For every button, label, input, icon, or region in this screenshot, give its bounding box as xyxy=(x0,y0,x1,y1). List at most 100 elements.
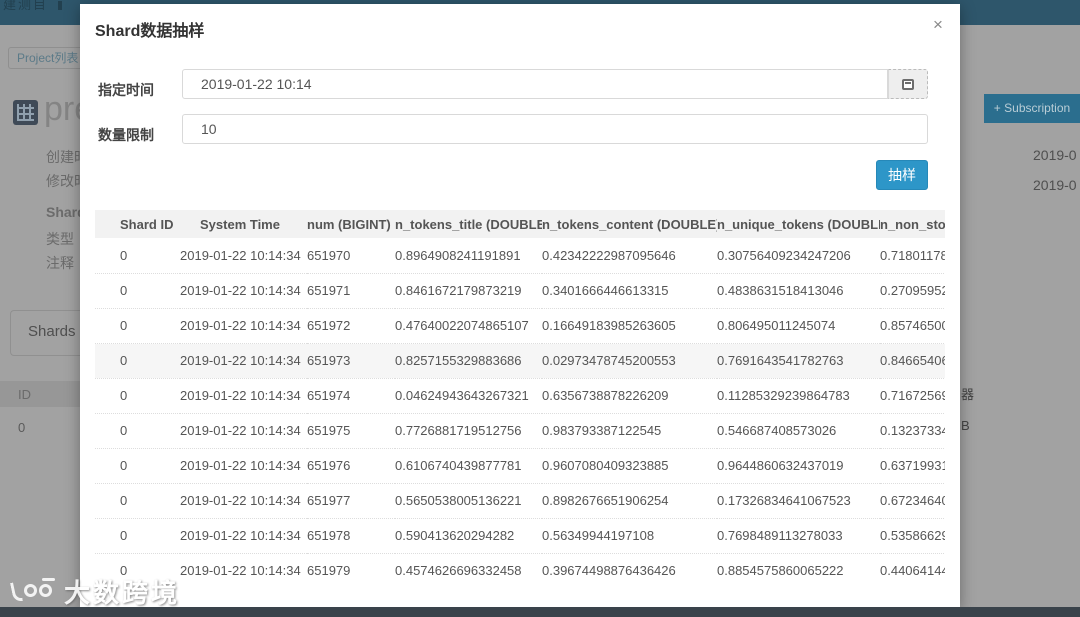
shard-sampling-modal: Shard数据抽样 × 指定时间 数量限制 抽样 Shard IDSystem … xyxy=(80,4,960,608)
grid-icon xyxy=(13,100,38,125)
watermark-text: 大数跨境 xyxy=(64,573,180,610)
table-cell: 0 xyxy=(95,378,180,413)
bg-fragment-1: 器 xyxy=(961,384,974,403)
table-cell: 2019-01-22 10:14:34 xyxy=(180,553,307,588)
table-cell: 0.4406414412 xyxy=(880,553,945,588)
table-cell: 0.1323733463 xyxy=(880,413,945,448)
table-cell: 651976 xyxy=(307,448,395,483)
calendar-button[interactable] xyxy=(888,69,928,99)
table-cell: 2019-01-22 10:14:34 xyxy=(180,518,307,553)
table-cell: 0.7698489113278033 xyxy=(717,518,880,553)
bg-date-2: 2019-0 xyxy=(1033,177,1077,193)
table-cell: 0.39674498876436426 xyxy=(542,553,717,588)
table-cell: 0.8574650017 xyxy=(880,308,945,343)
top-bar-text: 建测目 xyxy=(3,0,48,13)
shards-id-header: ID xyxy=(18,387,31,402)
table-cell: 2019-01-22 10:14:34 xyxy=(180,378,307,413)
table-cell: 0.4574626696332458 xyxy=(395,553,542,588)
table-cell: 651975 xyxy=(307,413,395,448)
table-row: 02019-01-22 10:14:346519780.590413620294… xyxy=(95,518,945,553)
sample-table-header-row: Shard IDSystem Timenum (BIGINT)n_tokens_… xyxy=(95,210,945,238)
watermark: 大数跨境 xyxy=(6,573,180,610)
table-cell: 0.8964908241191891 xyxy=(395,238,542,273)
subscription-button[interactable]: + Subscription xyxy=(984,94,1080,123)
table-cell: 651973 xyxy=(307,343,395,378)
limit-input[interactable] xyxy=(182,114,928,144)
table-row: 02019-01-22 10:14:346519720.476400220748… xyxy=(95,308,945,343)
table-cell: 0.983793387122545 xyxy=(542,413,717,448)
table-cell: 0.8461672179873219 xyxy=(395,273,542,308)
table-row: 02019-01-22 10:14:346519710.846167217987… xyxy=(95,273,945,308)
table-row: 02019-01-22 10:14:346519790.457462669633… xyxy=(95,553,945,588)
column-header: n_tokens_content (DOUBLE) xyxy=(542,210,717,238)
table-cell: 0 xyxy=(95,483,180,518)
table-cell: 0.7726881719512756 xyxy=(395,413,542,448)
table-cell: 0.9607080409323885 xyxy=(542,448,717,483)
top-bar-icon xyxy=(58,1,62,10)
table-row: 02019-01-22 10:14:346519740.046249436432… xyxy=(95,378,945,413)
table-cell: 0.4838631518413046 xyxy=(717,273,880,308)
table-cell: 0.8854575860065222 xyxy=(717,553,880,588)
sample-table-wrapper: Shard IDSystem Timenum (BIGINT)n_tokens_… xyxy=(95,210,945,588)
table-cell: 0.02973478745200553 xyxy=(542,343,717,378)
table-cell: 651971 xyxy=(307,273,395,308)
table-cell: 0.47640022074865107 xyxy=(395,308,542,343)
table-cell: 0.3401666446613315 xyxy=(542,273,717,308)
column-header: System Time xyxy=(180,210,307,238)
sample-button[interactable]: 抽样 xyxy=(876,160,928,190)
column-header: num (BIGINT) xyxy=(307,210,395,238)
table-cell: 0.30756409234247206 xyxy=(717,238,880,273)
table-cell: 651979 xyxy=(307,553,395,588)
table-cell: 0.42342222987095646 xyxy=(542,238,717,273)
column-header: n_non_stop_w xyxy=(880,210,945,238)
table-cell: 0.6356738878226209 xyxy=(542,378,717,413)
shards-table-header-bar xyxy=(0,381,80,407)
table-cell: 0.11285329239864783 xyxy=(717,378,880,413)
time-label: 指定时间 xyxy=(98,80,154,100)
table-row: 02019-01-22 10:14:346519700.896490824119… xyxy=(95,238,945,273)
column-header: n_tokens_title (DOUBLE) xyxy=(395,210,542,238)
table-cell: 0.7180117817 xyxy=(880,238,945,273)
table-row: 02019-01-22 10:14:346519750.772688171951… xyxy=(95,413,945,448)
table-cell: 0 xyxy=(95,518,180,553)
column-header: Shard ID xyxy=(95,210,180,238)
bg-label-type: 类型 xyxy=(46,229,74,249)
bg-fragment-2: B xyxy=(961,418,970,433)
watermark-logo-icon xyxy=(6,576,58,608)
limit-label: 数量限制 xyxy=(98,125,154,145)
table-cell: 0.6723464061 xyxy=(880,483,945,518)
table-row: 02019-01-22 10:14:346519730.825715532988… xyxy=(95,343,945,378)
column-header: n_unique_tokens (DOUBLE) xyxy=(717,210,880,238)
table-cell: 0.6371993171 xyxy=(880,448,945,483)
table-cell: 0.7691643541782763 xyxy=(717,343,880,378)
table-cell: 2019-01-22 10:14:34 xyxy=(180,343,307,378)
shards-section-title: Shards xyxy=(28,323,76,340)
table-cell: 0.56349944197108 xyxy=(542,518,717,553)
sample-table: Shard IDSystem Timenum (BIGINT)n_tokens_… xyxy=(95,210,945,588)
table-cell: 0.8982676651906254 xyxy=(542,483,717,518)
table-cell: 0 xyxy=(95,448,180,483)
table-cell: 0.5650538005136221 xyxy=(395,483,542,518)
table-cell: 0 xyxy=(95,273,180,308)
table-cell: 651978 xyxy=(307,518,395,553)
table-cell: 0.8257155329883686 xyxy=(395,343,542,378)
table-cell: 2019-01-22 10:14:34 xyxy=(180,448,307,483)
bg-label-comment: 注释 xyxy=(46,253,74,273)
table-cell: 2019-01-22 10:14:34 xyxy=(180,413,307,448)
table-cell: 651970 xyxy=(307,238,395,273)
table-cell: 2019-01-22 10:14:34 xyxy=(180,273,307,308)
table-cell: 0.9644860632437019 xyxy=(717,448,880,483)
table-cell: 2019-01-22 10:14:34 xyxy=(180,308,307,343)
table-cell: 0.17326834641067523 xyxy=(717,483,880,518)
sample-table-body: 02019-01-22 10:14:346519700.896490824119… xyxy=(95,238,945,588)
modal-title: Shard数据抽样 xyxy=(95,17,204,41)
table-cell: 0.546687408573026 xyxy=(717,413,880,448)
table-cell: 0.7167256947 xyxy=(880,378,945,413)
table-cell: 0.6106740439877781 xyxy=(395,448,542,483)
bg-date-1: 2019-0 xyxy=(1033,147,1077,163)
time-input[interactable] xyxy=(182,69,888,99)
calendar-icon xyxy=(902,79,914,90)
table-cell: 0.806495011245074 xyxy=(717,308,880,343)
close-icon[interactable]: × xyxy=(928,15,948,35)
table-cell: 651974 xyxy=(307,378,395,413)
